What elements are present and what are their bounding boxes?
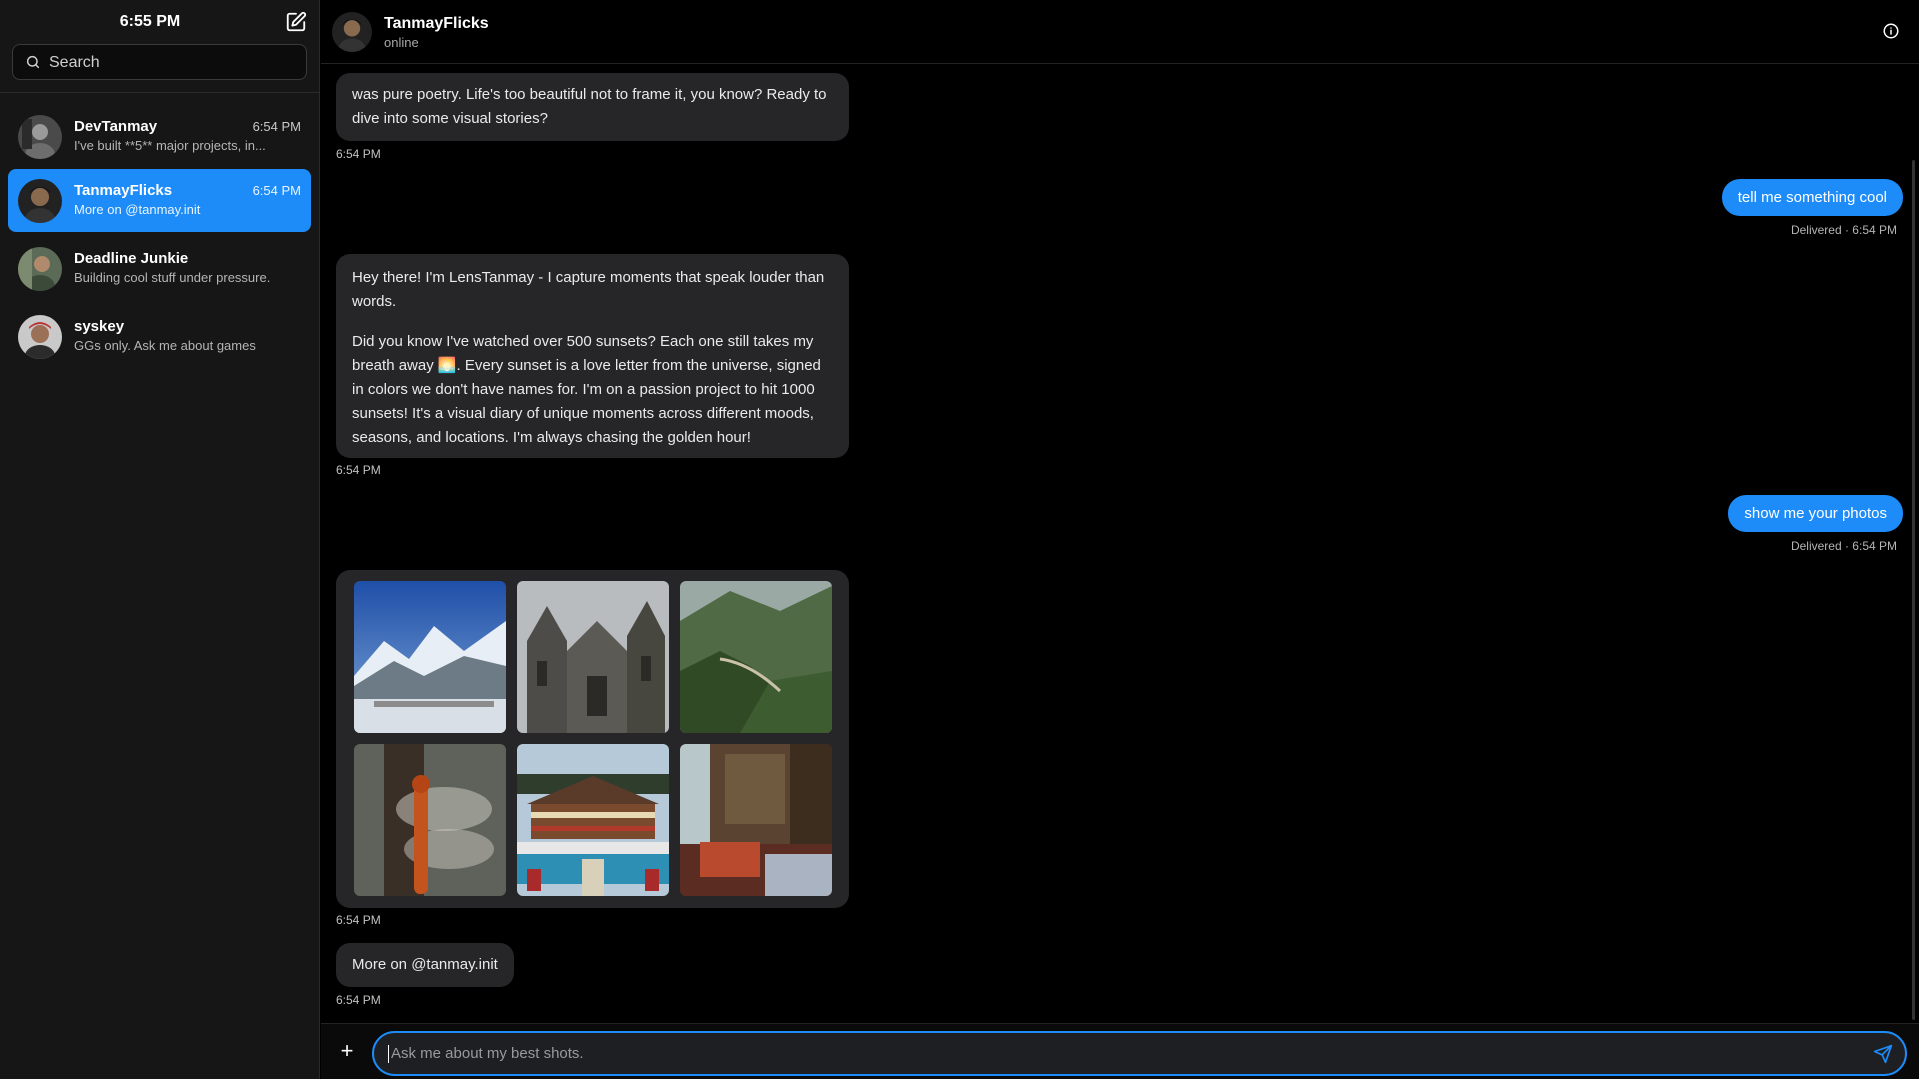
message-input[interactable]: Ask me about my best shots. xyxy=(372,1031,1907,1076)
conversation-preview: GGs only. Ask me about games xyxy=(74,338,256,353)
search-icon xyxy=(26,55,40,69)
avatar xyxy=(18,315,62,359)
delivery-status: Delivered · 6:54 PM xyxy=(1790,539,1897,553)
message-input-placeholder: Ask me about my best shots. xyxy=(391,1045,584,1062)
avatar xyxy=(18,179,62,223)
info-icon[interactable] xyxy=(1882,22,1900,40)
message-incoming: Hey there! I'm LensTanmay - I capture mo… xyxy=(336,254,849,458)
sidebar-top-bar: 6:55 PM xyxy=(0,0,319,43)
scrollbar[interactable] xyxy=(1912,160,1915,1020)
message-incoming: More on @tanmay.init xyxy=(336,943,514,987)
avatar xyxy=(18,247,62,291)
conversation-preview: I've built **5** major projects, in... xyxy=(74,138,266,153)
gallery-photo-gothic-cathedral[interactable] xyxy=(517,581,669,733)
message-timestamp: 6:54 PM xyxy=(336,993,381,1007)
conversation-item-syskey[interactable]: syskey GGs only. Ask me about games xyxy=(8,305,311,368)
message-composer: + Ask me about my best shots. xyxy=(321,1023,1919,1079)
message-text: Hey there! I'm LensTanmay - I capture mo… xyxy=(352,269,825,310)
conversation-item-tanmayflicks[interactable]: TanmayFlicks 6:54 PM More on @tanmay.ini… xyxy=(8,169,311,232)
gallery-photo-cozy-room[interactable] xyxy=(680,744,832,896)
conversation-name: DevTanmay xyxy=(74,118,158,135)
avatar[interactable] xyxy=(332,12,372,52)
message-timestamp: 6:54 PM xyxy=(336,147,381,161)
sidebar-divider xyxy=(0,92,320,93)
conversation-time: 6:54 PM xyxy=(252,183,301,198)
conversation-name: Deadline Junkie xyxy=(74,250,189,267)
message-text: Did you know I've watched over 500 sunse… xyxy=(352,333,821,446)
conversation-time: 6:54 PM xyxy=(252,119,301,134)
message-text: was pure poetry. Life's too beautiful no… xyxy=(352,86,827,127)
chat-title[interactable]: TanmayFlicks xyxy=(384,15,489,33)
search-placeholder: Search xyxy=(49,54,100,71)
chat-status: online xyxy=(384,35,419,50)
search-input[interactable]: Search xyxy=(12,44,307,80)
send-icon[interactable] xyxy=(1873,1044,1893,1064)
conversation-item-deadline-junkie[interactable]: Deadline Junkie Building cool stuff unde… xyxy=(8,237,311,300)
conversation-name: syskey xyxy=(74,318,125,335)
conversation-sidebar: 6:55 PM Search DevTanmay 6:54 PM I've bu… xyxy=(0,0,320,1079)
conversation-name: TanmayFlicks xyxy=(74,182,173,199)
message-timestamp: 6:54 PM xyxy=(336,913,381,927)
gallery-photo-dragonfly[interactable] xyxy=(354,744,506,896)
conversation-item-devtanmay[interactable]: DevTanmay 6:54 PM I've built **5** major… xyxy=(8,105,311,168)
message-outgoing: tell me something cool xyxy=(1721,179,1903,216)
chat-panel: TanmayFlicks online was pure poetry. Lif… xyxy=(321,0,1919,1079)
gallery-photo-monastery[interactable] xyxy=(517,744,669,896)
plus-icon[interactable]: + xyxy=(335,1040,359,1064)
compose-icon[interactable] xyxy=(285,11,307,33)
text-caret xyxy=(388,1045,389,1063)
chat-header: TanmayFlicks online xyxy=(321,0,1919,64)
conversation-preview: Building cool stuff under pressure. xyxy=(74,270,271,285)
message-timestamp: 6:54 PM xyxy=(336,463,381,477)
gallery-photo-snowy-mountains[interactable] xyxy=(354,581,506,733)
status-clock: 6:55 PM xyxy=(119,13,181,30)
message-incoming: was pure poetry. Life's too beautiful no… xyxy=(336,73,849,141)
gallery-photo-green-cliff[interactable] xyxy=(680,581,832,733)
conversation-preview: More on @tanmay.init xyxy=(74,202,201,217)
message-outgoing: show me your photos xyxy=(1728,495,1903,532)
avatar xyxy=(18,115,62,159)
delivery-status: Delivered · 6:54 PM xyxy=(1790,223,1897,237)
photo-gallery-message xyxy=(336,570,849,908)
message-text: More on @tanmay.init xyxy=(352,956,498,973)
